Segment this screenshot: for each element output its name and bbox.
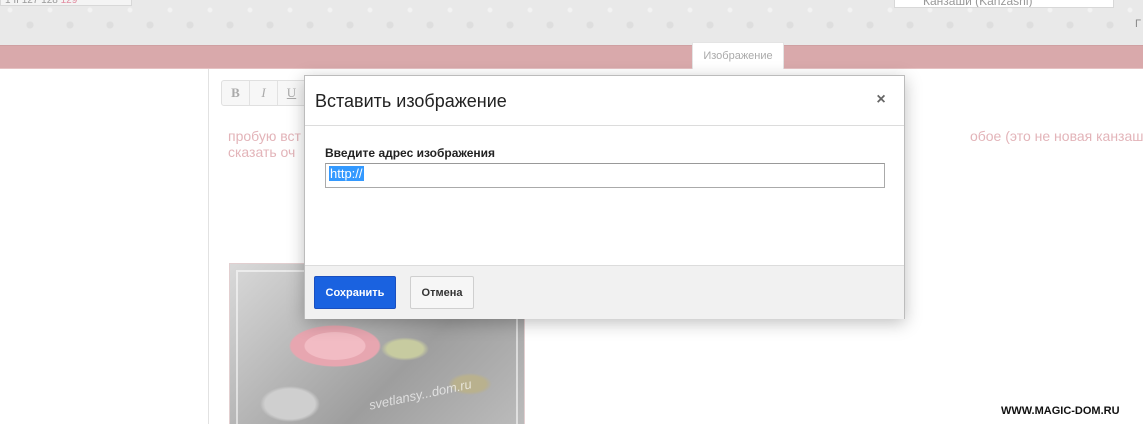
top-pagination-fragment: 1 II 127 128 129 [0,0,132,6]
post-text-line1-start: пробую вст [228,128,301,144]
image-url-value: http:// [329,166,364,181]
page-link[interactable]: 128 [41,0,58,5]
toolbar-tooltip: Изображение [692,42,784,69]
editor-toolbar: B I U [221,80,311,106]
page-link[interactable]: 127 [22,0,39,5]
bold-button[interactable]: B [222,81,250,105]
dialog-footer: Сохранить Отмена [305,265,904,319]
pink-nav-strip [0,45,1143,69]
page-link[interactable]: 1 [5,0,11,5]
post-text-line1-end: обое (это не новая канзашка, для [969,128,1143,144]
top-right-letter: Г [1135,18,1141,30]
image-url-input[interactable]: http:// [325,163,885,188]
close-icon[interactable]: × [874,92,888,108]
insert-image-dialog: Вставить изображение × Введите адрес изо… [304,75,905,319]
dialog-header: Вставить изображение × [305,76,904,126]
cancel-button[interactable]: Отмена [410,276,474,309]
italic-button[interactable]: I [250,81,278,105]
page-link[interactable]: II [13,0,19,5]
image-url-label: Введите адрес изображения [325,146,496,160]
underline-button[interactable]: U [278,81,306,105]
page-link-current[interactable]: 129 [61,0,78,5]
top-category-fragment[interactable]: Канзаши (Kanzashi) [894,0,1114,8]
save-button[interactable]: Сохранить [314,276,396,309]
dialog-title: Вставить изображение [315,91,507,111]
site-watermark: WWW.MAGIC-DOM.RU [1001,405,1120,417]
